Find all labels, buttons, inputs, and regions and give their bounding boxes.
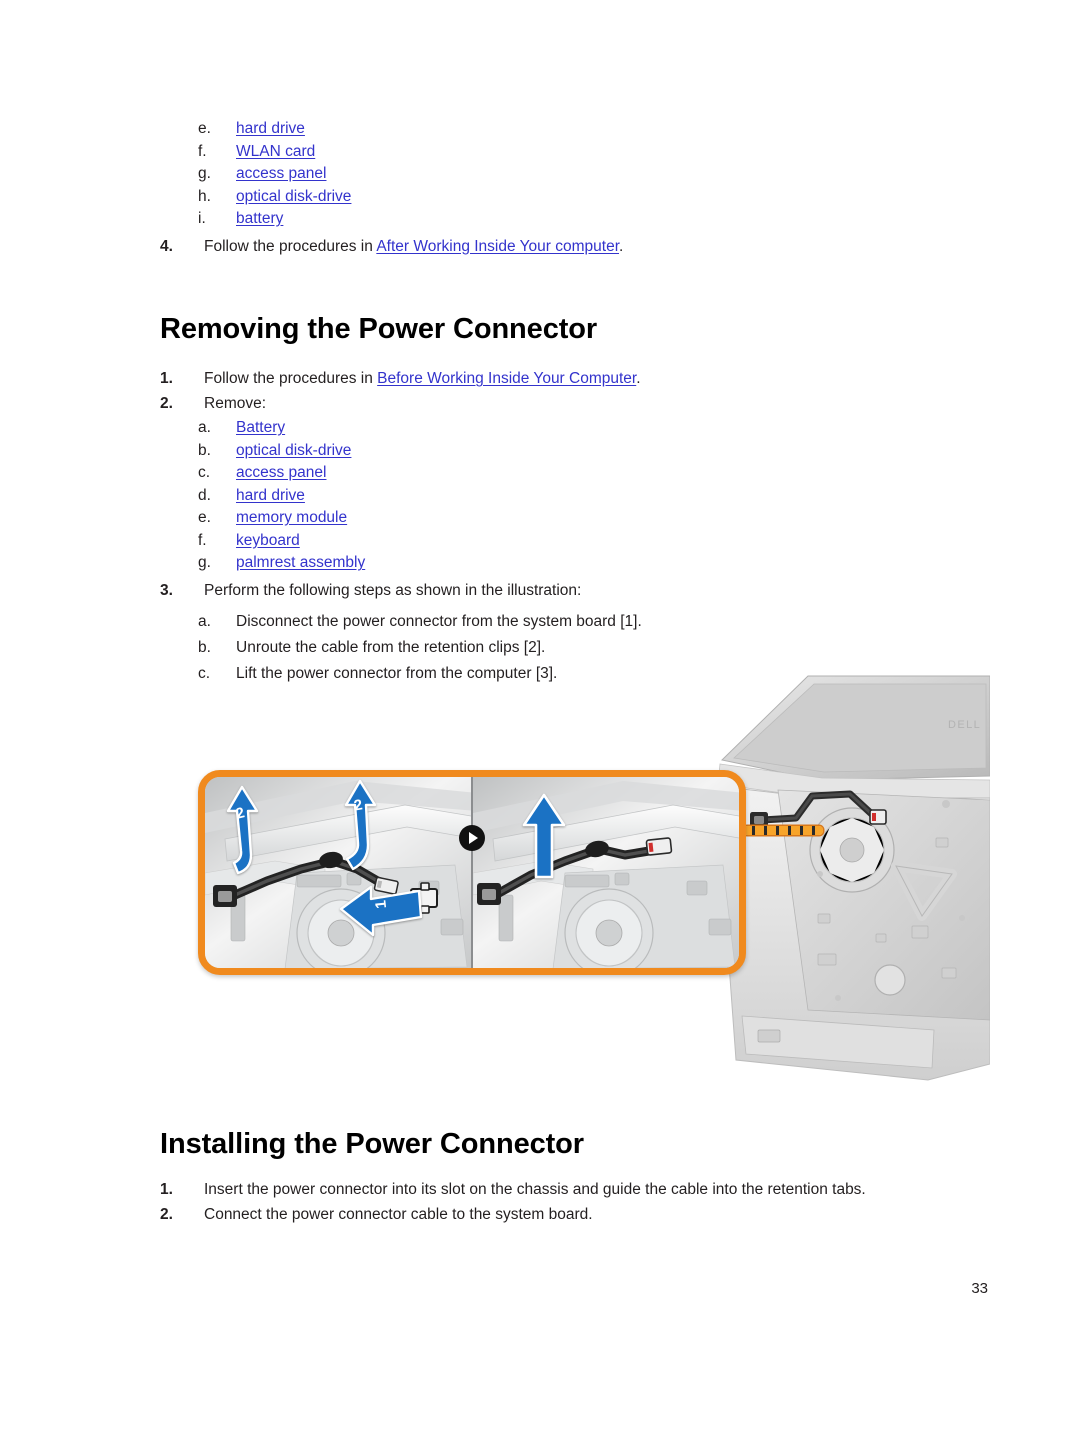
top-sublist: e. hard drive f. WLAN card g. access pan… [198,118,970,231]
step-item: 4. Follow the procedures in After Working… [160,234,970,259]
installing-section-heading: Installing the Power Connector [160,1128,584,1160]
list-marker: h. [198,187,211,205]
link-keyboard[interactable]: keyboard [236,532,300,549]
link-after-working-inside[interactable]: After Working Inside Your computer [376,238,619,255]
list-marker: b. [198,441,211,459]
list-marker: g. [198,554,211,571]
list-item: i. battery [198,208,970,231]
list-marker: a. [198,419,211,436]
list-item: e. memory module [198,507,970,530]
step-item: 3. Perform the following steps as shown i… [160,578,970,603]
installing-steps-block: 1. Insert the power connector into its sl… [160,1177,970,1227]
step-item: 2. Connect the power connector cable to t… [160,1202,970,1227]
list-item: h. optical disk-drive [198,186,970,209]
link-wlan-card[interactable]: WLAN card [236,143,315,160]
link-hard-drive[interactable]: hard drive [236,487,305,504]
link-before-working-inside[interactable]: Before Working Inside Your Computer [377,370,636,387]
step-item: 1. Follow the procedures in Before Workin… [160,366,970,391]
link-memory-module[interactable]: memory module [236,509,347,526]
list-marker: e. [198,120,211,137]
list-marker: d. [198,486,211,504]
remove-parts-sublist: a. Battery b. optical disk-drive c. acce… [198,417,970,575]
list-item: b. Unroute the cable from the retention c… [198,635,970,661]
list-item: f. keyboard [198,530,970,553]
link-battery[interactable]: battery [236,210,283,227]
list-item: a. Disconnect the power connector from th… [198,609,970,635]
callout-panel-left: 2 2 1 [205,777,471,968]
arrow-unroute-left: 2 [225,785,259,877]
step-text-before: Follow the procedures in [204,370,378,387]
page-number: 33 [971,1280,988,1297]
step-text-after: . [619,237,624,255]
removing-step-3-list: 3. Perform the following steps as shown i… [160,578,970,603]
list-item: g. access panel [198,163,970,186]
list-item: f. WLAN card [198,141,970,164]
list-item-text: Disconnect the power connector from the … [236,612,642,630]
link-optical-disk-drive[interactable]: optical disk-drive [236,188,351,205]
step-item: 1. Insert the power connector into its sl… [160,1177,970,1202]
list-marker: f. [198,531,207,549]
list-item: b. optical disk-drive [198,440,970,463]
list-marker: g. [198,165,211,182]
step-text: Connect the power connector cable to the… [204,1206,593,1223]
removing-step-list: 1. Follow the procedures in Before Workin… [160,366,970,416]
callout-box: 2 2 1 [198,770,746,975]
step-item: 2. Remove: [160,391,970,416]
arrow-label: 1 [372,899,391,910]
step-marker: 4. [160,237,173,255]
step-text-before: Follow the procedures in [204,237,377,255]
list-item: a. Battery [198,417,970,440]
step-marker: 2. [160,1206,173,1223]
list-marker: e. [198,509,211,526]
link-optical-disk-drive[interactable]: optical disk-drive [236,442,351,459]
installing-step-list: 1. Insert the power connector into its sl… [160,1177,970,1227]
link-palmrest-assembly[interactable]: palmrest assembly [236,554,365,571]
step-text: Remove: [204,395,267,412]
list-item: e. hard drive [198,118,970,141]
step-text: Insert the power connector into its slot… [204,1181,866,1198]
arrow-unroute-right: 2 [343,779,377,875]
power-connector-illustration: DELL 2 2 1 [160,668,991,1088]
document-page: e. hard drive f. WLAN card g. access pan… [0,0,1080,1434]
step-text: Perform the following steps as shown in … [204,581,582,599]
step-marker: 3. [160,581,173,599]
list-marker: c. [198,464,211,481]
list-item: c. access panel [198,462,970,485]
arrow-lift [521,793,567,879]
callout-leader-line [743,826,823,835]
top-continuation-block: e. hard drive f. WLAN card g. access pan… [160,118,970,259]
link-battery[interactable]: Battery [236,419,285,436]
arrow-disconnect: 1 [337,877,423,937]
link-hard-drive[interactable]: hard drive [236,120,305,137]
list-marker: b. [198,638,211,656]
list-marker: i. [198,210,206,227]
callout-panel-right [471,777,739,968]
play-icon [459,825,485,851]
link-access-panel[interactable]: access panel [236,464,326,481]
list-item-text: Unroute the cable from the retention cli… [236,638,546,656]
link-access-panel[interactable]: access panel [236,165,326,182]
removing-section-heading: Removing the Power Connector [160,313,598,345]
top-step-4-list: 4. Follow the procedures in After Working… [160,234,970,259]
step-marker: 1. [160,1181,173,1198]
list-marker: f. [198,142,207,160]
step-marker: 2. [160,395,173,412]
step-text-after: . [636,370,641,387]
step-marker: 1. [160,370,173,387]
list-item: g. palmrest assembly [198,552,970,575]
list-item: d. hard drive [198,485,970,508]
list-marker: a. [198,612,211,630]
removing-steps-block: 1. Follow the procedures in Before Workin… [160,366,970,687]
dell-brand-text: DELL [948,719,981,731]
